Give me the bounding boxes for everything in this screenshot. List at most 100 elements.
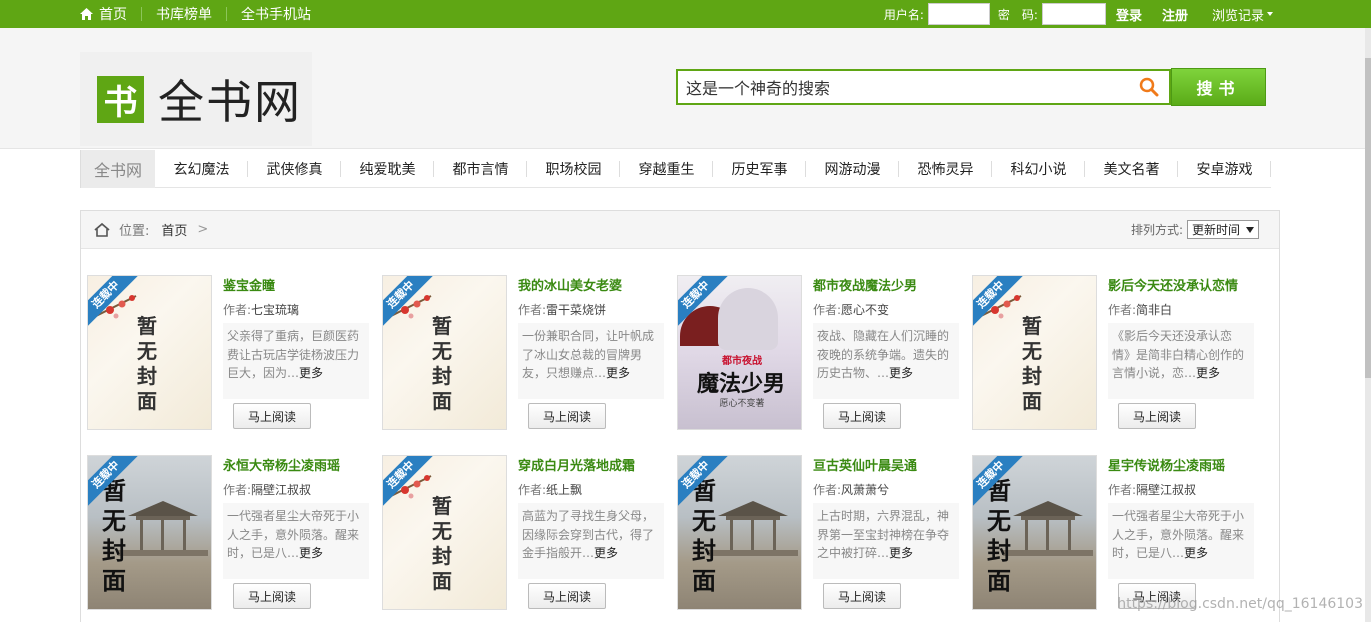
read-now-button[interactable]: 马上阅读 <box>233 583 311 609</box>
author-name: 纸上飘 <box>546 483 583 497</box>
book-info: 影后今天还没承认恋情 作者:简非白 《影后今天还没承认恋情》是简非白精心创作的言情小… <box>1108 275 1258 399</box>
breadcrumb-home[interactable]: 首页 <box>161 220 187 239</box>
watermark: https://blog.csdn.net/qq_16146103 <box>1117 596 1363 612</box>
breadcrumb: 位置: 首页 > 排列方式: 更新时间 <box>81 211 1279 249</box>
book-list-panel: 位置: 首页 > 排列方式: 更新时间 暂无封面连载中 鉴宝金瞳 作者:七宝琉璃 父亲… <box>80 210 1280 622</box>
home-link[interactable]: 首页 <box>80 4 127 24</box>
book-card: 暂无封面连载中 影后今天还没承认恋情 作者:简非白 《影后今天还没承认恋情》是简非白精… <box>972 275 1257 435</box>
home-link-label: 首页 <box>99 7 127 23</box>
category-item[interactable]: 美文名著 <box>1085 159 1178 179</box>
login-button[interactable]: 登录 <box>1116 5 1142 24</box>
category-item[interactable]: 职场校园 <box>527 159 620 179</box>
scrollbar[interactable] <box>1365 28 1371 622</box>
nocover-text: 暂无封面 <box>1022 314 1042 413</box>
book-title[interactable]: 我的冰山美女老婆 <box>518 275 668 294</box>
book-title[interactable]: 鉴宝金瞳 <box>223 275 373 294</box>
category-item[interactable]: 历史军事 <box>713 159 806 179</box>
book-description: 父亲得了重病，巨颜医药费让古玩店学徒杨波压力巨大，因为…更多 <box>223 323 369 399</box>
book-author: 作者:愿心不变 <box>813 301 963 318</box>
category-item[interactable]: 玄幻魔法 <box>155 159 248 179</box>
book-title[interactable]: 亘古英仙叶晨吴通 <box>813 455 963 474</box>
search-input[interactable] <box>678 72 1139 102</box>
read-now-button[interactable]: 马上阅读 <box>823 403 901 429</box>
category-item[interactable]: 武侠修真 <box>248 159 341 179</box>
category-item[interactable]: 科幻小说 <box>992 159 1085 179</box>
author-label: 作者: <box>1108 483 1137 497</box>
author-name: 七宝琉璃 <box>251 303 300 317</box>
cover-subtitle: 都市夜战 <box>722 356 762 367</box>
more-link[interactable]: 更多 <box>889 366 913 380</box>
book-card: 暂无封面连载中 永恒大帝杨尘凌雨瑶 作者:隔壁江叔叔 一代强者星尘大帝死于小人之手，意… <box>87 455 372 615</box>
password-input[interactable] <box>1041 3 1106 25</box>
login-form: 用户名: 密 码: 登录 注册 浏览记录 <box>884 0 1273 28</box>
description-text: 夜战、隐藏在人们沉睡的夜晚的系统争端。遗失的历史古物、… <box>817 329 950 380</box>
nocover-text: 暂无封面 <box>692 476 716 595</box>
description-text: 一代强者星尘大帝死于小人之手，意外陨落。醒来时，已是八… <box>227 509 360 560</box>
book-cover[interactable]: 暂无封面连载中 <box>382 275 507 430</box>
sort-select[interactable]: 更新时间 <box>1186 220 1259 239</box>
read-now-button[interactable]: 马上阅读 <box>823 583 901 609</box>
site-logo[interactable]: 书 全书网 <box>80 52 312 146</box>
more-link[interactable]: 更多 <box>299 546 323 560</box>
book-author: 作者:隔壁江叔叔 <box>1108 481 1258 498</box>
book-description: 一代强者星尘大帝死于小人之手，意外陨落。醒来时，已是八…更多 <box>223 503 369 579</box>
book-card: 都市夜战 魔法少男 愿心不变著 连载中 都市夜战魔法少男 作者:愿心不变 夜战、隐藏在人们沉… <box>677 275 962 435</box>
category-item[interactable]: 纯爱耽美 <box>341 159 434 179</box>
more-link[interactable]: 更多 <box>299 366 323 380</box>
book-cover[interactable]: 暂无封面连载中 <box>87 275 212 430</box>
book-title[interactable]: 穿成白月光落地成霜 <box>518 455 668 474</box>
search-icon[interactable] <box>1139 77 1159 97</box>
more-link[interactable]: 更多 <box>1184 546 1208 560</box>
author-label: 作者: <box>813 303 842 317</box>
book-cover[interactable]: 暂无封面连载中 <box>382 455 507 610</box>
read-now-button[interactable]: 马上阅读 <box>233 403 311 429</box>
read-now-button[interactable]: 马上阅读 <box>528 583 606 609</box>
book-title[interactable]: 影后今天还没承认恋情 <box>1108 275 1258 294</box>
top-nav: 首页 书库榜单 全书手机站 <box>80 0 311 28</box>
book-title[interactable]: 永恒大帝杨尘凌雨瑶 <box>223 455 373 474</box>
author-name: 风萧萧兮 <box>841 483 890 497</box>
book-info: 永恒大帝杨尘凌雨瑶 作者:隔壁江叔叔 一代强者星尘大帝死于小人之手，意外陨落。醒来时… <box>223 455 373 579</box>
book-description: 一份兼职合同，让叶帆成了冰山女总裁的冒牌男友，只想赚点…更多 <box>518 323 664 399</box>
mobile-site-link[interactable]: 全书手机站 <box>241 4 311 24</box>
book-cover[interactable]: 都市夜战 魔法少男 愿心不变著 连载中 <box>677 275 802 430</box>
book-cover[interactable]: 暂无封面连载中 <box>87 455 212 610</box>
category-item[interactable]: 穿越重生 <box>620 159 713 179</box>
book-cover[interactable]: 暂无封面连载中 <box>677 455 802 610</box>
book-card: 暂无封面连载中 穿成白月光落地成霜作者:纸上飘高蓝为了寻找生身父母，因缘际会穿到古… <box>382 455 667 615</box>
more-link[interactable]: 更多 <box>889 546 913 560</box>
category-item[interactable]: 都市言情 <box>434 159 527 179</box>
category-item[interactable]: 网游动漫 <box>806 159 899 179</box>
description-text: 高蓝为了寻找生身父母，因缘际会穿到古代，得了金手指般开… <box>522 509 655 560</box>
description-text: 上古时期，六界混乱，神界第一至宝封神榜在争夺之中被打碎… <box>817 509 950 560</box>
logo-mark: 书 <box>97 75 144 123</box>
author-name: 愿心不变 <box>841 303 890 317</box>
history-dropdown[interactable]: 浏览记录 <box>1212 5 1273 24</box>
book-title[interactable]: 都市夜战魔法少男 <box>813 275 963 294</box>
username-label: 用户名: <box>883 7 924 22</box>
ranking-link[interactable]: 书库榜单 <box>156 4 212 24</box>
more-link[interactable]: 更多 <box>1196 366 1220 380</box>
more-link[interactable]: 更多 <box>594 546 618 560</box>
cover-title: 魔法少男 <box>696 371 785 397</box>
book-title[interactable]: 星宇传说杨尘凌雨瑶 <box>1108 455 1258 474</box>
category-item[interactable]: 安卓游戏 <box>1178 159 1271 179</box>
nocover-text: 暂无封面 <box>137 314 157 413</box>
more-link[interactable]: 更多 <box>606 366 630 380</box>
book-info: 亘古英仙叶晨吴通 作者:风萧萧兮 上古时期，六界混乱，神界第一至宝封神榜在争夺之中被… <box>813 455 963 579</box>
read-now-button[interactable]: 马上阅读 <box>528 403 606 429</box>
book-info: 都市夜战魔法少男 作者:愿心不变 夜战、隐藏在人们沉睡的夜晚的系统争端。遗失的历史古… <box>813 275 963 399</box>
book-author: 作者:雷干菜烧饼 <box>518 301 668 318</box>
username-input[interactable] <box>927 3 990 25</box>
header: 书 全书网 搜书 <box>0 28 1371 149</box>
register-button[interactable]: 注册 <box>1162 5 1188 24</box>
book-cover[interactable]: 暂无封面连载中 <box>972 455 1097 610</box>
search-button[interactable]: 搜书 <box>1171 68 1266 106</box>
book-cover[interactable]: 暂无封面连载中 <box>972 275 1097 430</box>
read-now-button[interactable]: 马上阅读 <box>1118 403 1196 429</box>
nocover-text: 暂无封面 <box>102 476 126 595</box>
scrollbar-thumb[interactable] <box>1365 58 1371 378</box>
category-item[interactable]: 恐怖灵异 <box>899 159 992 179</box>
author-label: 作者: <box>518 483 547 497</box>
category-brand[interactable]: 全书网 <box>80 149 155 188</box>
